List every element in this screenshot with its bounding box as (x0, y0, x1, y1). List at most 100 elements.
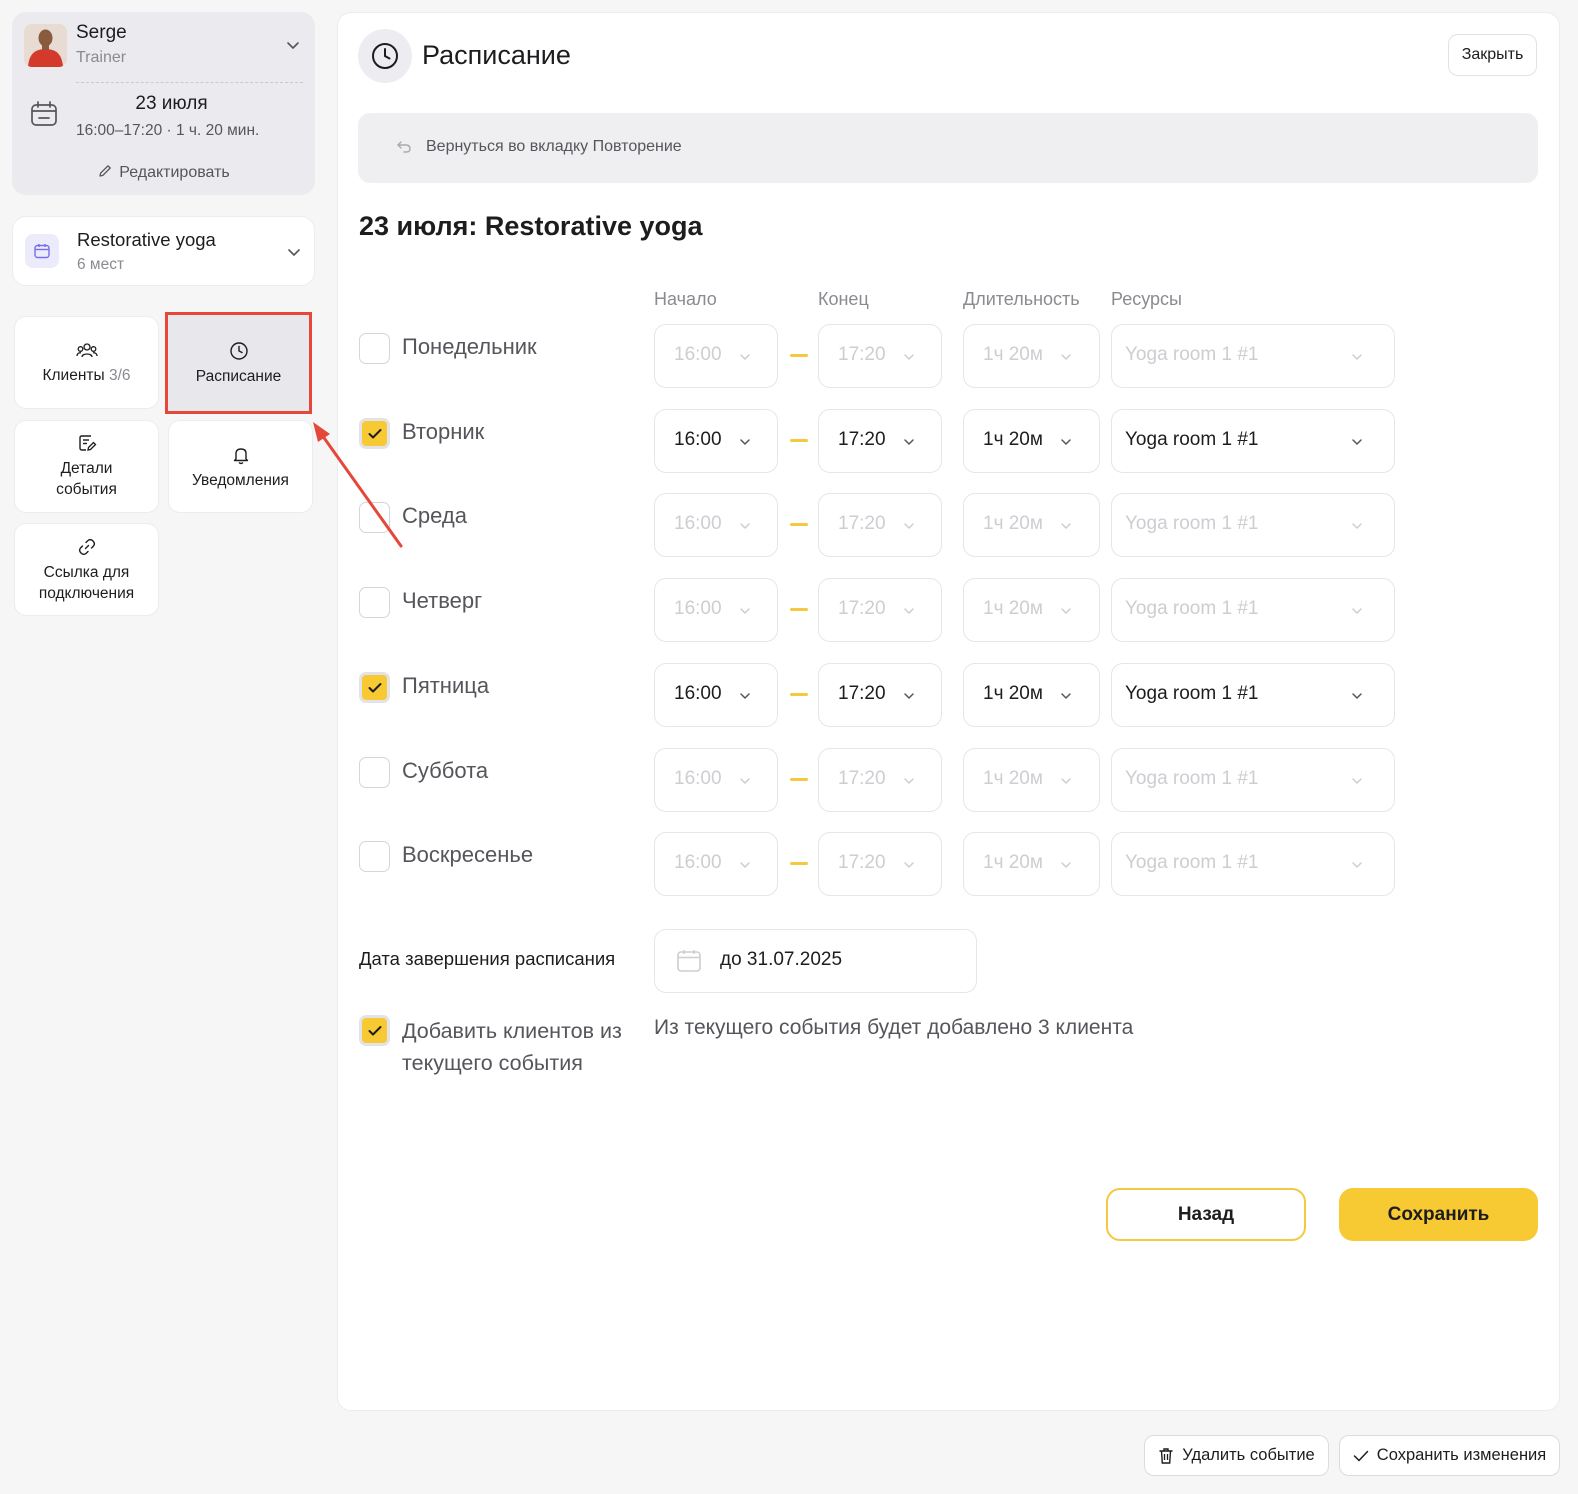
tab-schedule[interactable]: Расписание (165, 312, 312, 414)
column-header-duration: Длительность (963, 289, 1080, 309)
chevron-down-icon (1061, 523, 1071, 529)
end-time-value: 17:20 (838, 683, 886, 704)
service-calendar-icon (25, 234, 59, 268)
resource-value: Yoga room 1 #1 (1125, 768, 1259, 789)
duration-value: 1ч 20м (983, 344, 1043, 365)
end-date-field[interactable]: до 31.07.2025 (654, 929, 977, 993)
trash-icon (1159, 1447, 1173, 1464)
end-time-value: 17:20 (838, 513, 886, 534)
end-time-select[interactable]: 17:20 (818, 832, 942, 896)
day-checkbox[interactable] (359, 333, 390, 364)
save-changes-button[interactable]: Сохранить изменения (1339, 1435, 1560, 1476)
day-label: Понедельник (402, 334, 537, 359)
end-time-select[interactable]: 17:20 (818, 493, 942, 557)
duration-select[interactable]: 1ч 20м (963, 409, 1100, 473)
chevron-down-icon (904, 608, 914, 614)
resource-select[interactable]: Yoga room 1 #1 (1111, 493, 1395, 557)
start-time-select[interactable]: 16:00 (654, 409, 778, 473)
chevron-down-icon (1352, 354, 1362, 360)
duration-value: 1ч 20м (983, 429, 1043, 450)
resource-select[interactable]: Yoga room 1 #1 (1111, 832, 1395, 896)
range-dash (790, 523, 808, 526)
end-time-select[interactable]: 17:20 (818, 409, 942, 473)
return-arrow-icon (397, 141, 411, 153)
day-checkbox[interactable] (359, 418, 390, 449)
tab-connection-link[interactable]: Ссылка для подключения (14, 523, 159, 616)
start-time-select[interactable]: 16:00 (654, 493, 778, 557)
start-time-select[interactable]: 16:00 (654, 324, 778, 388)
start-time-value: 16:00 (674, 429, 722, 450)
tab-event-details[interactable]: Детали события (14, 420, 159, 513)
weekday-row: Среда 16:00 17:20 1ч 20м Yoga room 1 #1 (338, 493, 1559, 557)
back-button[interactable]: Назад (1106, 1188, 1306, 1241)
day-checkbox[interactable] (359, 841, 390, 872)
chevron-down-icon (1352, 608, 1362, 614)
resource-select[interactable]: Yoga room 1 #1 (1111, 663, 1395, 727)
end-time-select[interactable]: 17:20 (818, 748, 942, 812)
save-button[interactable]: Сохранить (1339, 1188, 1538, 1241)
resource-value: Yoga room 1 #1 (1125, 344, 1259, 365)
end-time-select[interactable]: 17:20 (818, 578, 942, 642)
weekday-row: Суббота 16:00 17:20 1ч 20м Yoga room 1 #1 (338, 748, 1559, 812)
end-time-value: 17:20 (838, 768, 886, 789)
chevron-down-icon (740, 608, 750, 614)
resource-select[interactable]: Yoga room 1 #1 (1111, 409, 1395, 473)
pencil-icon (99, 165, 112, 177)
service-selector[interactable]: Restorative yoga 6 мест (12, 216, 315, 286)
start-time-value: 16:00 (674, 513, 722, 534)
tab-notifications[interactable]: Уведомления (168, 420, 313, 513)
range-dash (790, 778, 808, 781)
weekday-row: Вторник 16:00 17:20 1ч 20м Yoga room 1 #1 (338, 409, 1559, 473)
day-checkbox[interactable] (359, 502, 390, 533)
duration-select[interactable]: 1ч 20м (963, 324, 1100, 388)
day-label: Пятница (402, 673, 490, 698)
resource-value: Yoga room 1 #1 (1125, 513, 1259, 534)
service-places: 6 мест (77, 256, 125, 273)
duration-select[interactable]: 1ч 20м (963, 493, 1100, 557)
tab-event-details-label: Детали события (56, 460, 117, 498)
duration-select[interactable]: 1ч 20м (963, 832, 1100, 896)
close-button[interactable]: Закрыть (1448, 34, 1537, 76)
chevron-down-icon (1061, 439, 1071, 445)
start-time-select[interactable]: 16:00 (654, 748, 778, 812)
bell-icon (233, 448, 248, 465)
end-time-select[interactable]: 17:20 (818, 324, 942, 388)
edit-label: Редактировать (119, 164, 230, 181)
back-to-repeat-tab[interactable]: Вернуться во вкладку Повторение (358, 113, 1538, 183)
end-time-value: 17:20 (838, 344, 886, 365)
duration-value: 1ч 20м (983, 513, 1043, 534)
delete-event-label: Удалить событие (1182, 1446, 1315, 1464)
start-time-value: 16:00 (674, 598, 722, 619)
duration-select[interactable]: 1ч 20м (963, 663, 1100, 727)
add-clients-checkbox[interactable] (359, 1015, 390, 1046)
resource-select[interactable]: Yoga room 1 #1 (1111, 578, 1395, 642)
link-icon (78, 538, 95, 556)
day-checkbox[interactable] (359, 672, 390, 703)
chevron-down-icon (1352, 439, 1362, 445)
chevron-down-icon (1061, 862, 1071, 868)
day-label: Вторник (402, 419, 485, 444)
chevron-down-icon (904, 439, 914, 445)
duration-select[interactable]: 1ч 20м (963, 748, 1100, 812)
end-time-select[interactable]: 17:20 (818, 663, 942, 727)
start-time-select[interactable]: 16:00 (654, 832, 778, 896)
chevron-down-icon (740, 439, 750, 445)
delete-event-button[interactable]: Удалить событие (1144, 1435, 1329, 1476)
start-time-select[interactable]: 16:00 (654, 663, 778, 727)
chevron-down-icon[interactable] (284, 36, 302, 54)
duration-value: 1ч 20м (983, 598, 1043, 619)
chevron-down-icon (1061, 693, 1071, 699)
start-time-select[interactable]: 16:00 (654, 578, 778, 642)
chevron-down-icon (904, 693, 914, 699)
start-time-value: 16:00 (674, 683, 722, 704)
resource-select[interactable]: Yoga room 1 #1 (1111, 324, 1395, 388)
duration-select[interactable]: 1ч 20м (963, 578, 1100, 642)
day-checkbox[interactable] (359, 757, 390, 788)
edit-event-link[interactable]: Редактировать (12, 163, 315, 182)
resource-select[interactable]: Yoga room 1 #1 (1111, 748, 1395, 812)
tab-clients[interactable]: Клиенты 3/6 (14, 316, 159, 409)
add-clients-note: Из текущего события будет добавлено 3 кл… (654, 1016, 1134, 1039)
day-checkbox[interactable] (359, 587, 390, 618)
end-time-value: 17:20 (838, 598, 886, 619)
chevron-down-icon (904, 523, 914, 529)
